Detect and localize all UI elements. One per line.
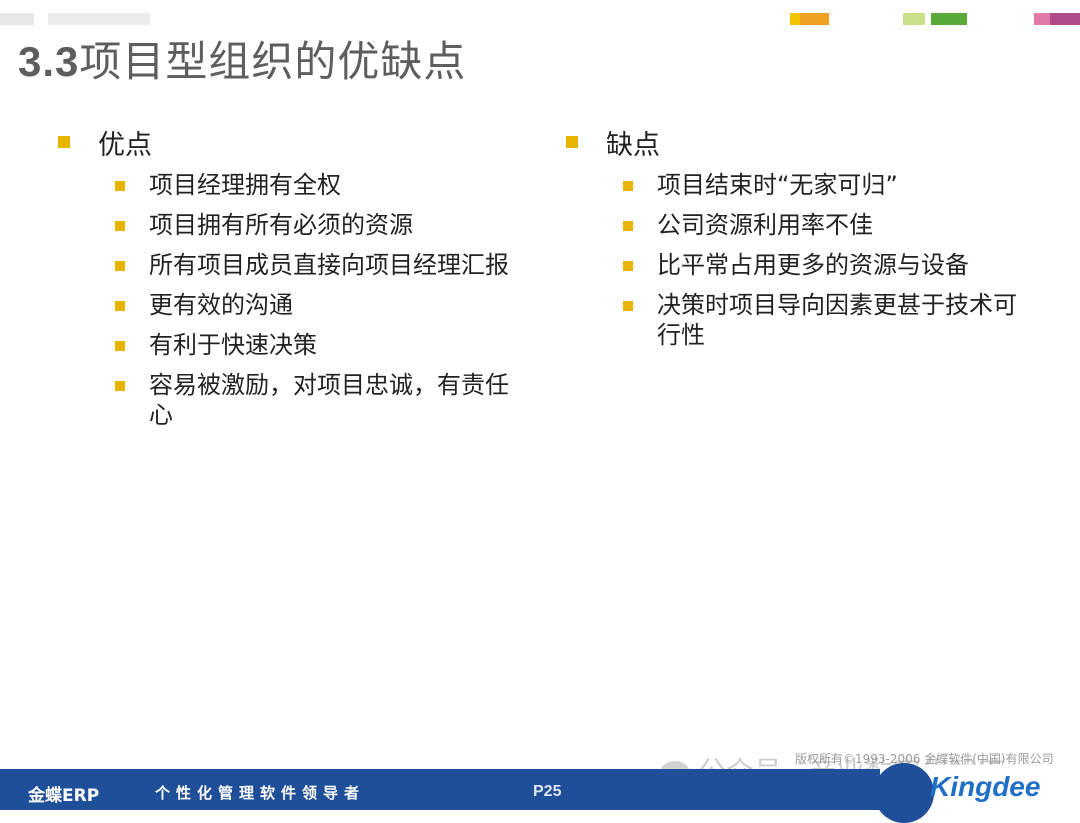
footer-brand: 金蝶ERP [28,786,100,806]
slide-title-number: 3.3 [18,38,80,85]
decor-bar-pink [1034,13,1050,25]
list-item: 项目经理拥有全权 [58,170,538,200]
pros-heading: 优点 [58,120,538,164]
page-number: P25 [533,783,562,800]
kingdee-logo: Kingdee [874,763,1080,823]
decor-bar-gray-1 [0,13,34,25]
list-item: 决策时项目导向因素更甚于技术可行性 [566,290,1046,350]
slide-title: 3.3项目型组织的优缺点 [18,28,466,89]
bullet-square-icon [58,136,70,148]
bullet-square-icon [623,301,633,311]
bullet-square-icon [623,221,633,231]
pros-column: 优点 项目经理拥有全权 项目拥有所有必须的资源 所有项目成员直接向项目经理汇报 … [58,120,538,440]
bullet-square-icon [115,181,125,191]
bullet-square-icon [623,181,633,191]
pros-list: 项目经理拥有全权 项目拥有所有必须的资源 所有项目成员直接向项目经理汇报 更有效… [58,170,538,430]
list-item-text: 公司资源利用率不佳 [657,211,873,239]
list-item-text: 容易被激励，对项目忠诚，有责任心 [149,371,509,429]
cons-column: 缺点 项目结束时“无家可归” 公司资源利用率不佳 比平常占用更多的资源与设备 决… [566,120,1046,360]
list-item: 所有项目成员直接向项目经理汇报 [58,250,538,280]
logo-text: Kingdee [930,771,1041,802]
decor-bar-lightgreen [903,13,925,25]
list-item: 容易被激励，对项目忠诚，有责任心 [58,370,538,430]
list-item: 项目结束时“无家可归” [566,170,1046,200]
list-item: 公司资源利用率不佳 [566,210,1046,240]
list-item-text: 更有效的沟通 [149,291,293,319]
list-item-text: 项目拥有所有必须的资源 [149,211,413,239]
list-item-text: 决策时项目导向因素更甚于技术可行性 [657,291,1017,349]
bullet-square-icon [115,221,125,231]
bullet-square-icon [115,261,125,271]
list-item: 比平常占用更多的资源与设备 [566,250,1046,280]
list-item: 项目拥有所有必须的资源 [58,210,538,240]
bullet-square-icon [115,341,125,351]
bullet-square-icon [115,301,125,311]
decor-bar-magenta [1050,13,1080,25]
decor-bar-orange [800,13,829,25]
list-item-text: 比平常占用更多的资源与设备 [657,251,969,279]
pros-heading-label: 优点 [98,129,152,161]
list-item: 有利于快速决策 [58,330,538,360]
decor-bar-yellow [790,13,800,25]
decor-bar-gray-2 [48,13,150,25]
list-item-text: 项目经理拥有全权 [149,171,341,199]
bullet-square-icon [623,261,633,271]
logo-swoosh-icon [874,763,934,823]
list-item-text: 所有项目成员直接向项目经理汇报 [149,251,509,279]
cons-list: 项目结束时“无家可归” 公司资源利用率不佳 比平常占用更多的资源与设备 决策时项… [566,170,1046,350]
cons-heading: 缺点 [566,120,1046,164]
list-item: 更有效的沟通 [58,290,538,320]
list-item-text: 有利于快速决策 [149,331,317,359]
bullet-square-icon [115,381,125,391]
cons-heading-label: 缺点 [606,129,660,161]
footer-slogan: 个性化管理软件领导者 [155,784,366,802]
bullet-square-icon [566,136,578,148]
list-item-text: 项目结束时“无家可归” [657,171,898,199]
decor-bar-green [931,13,967,25]
slide-title-text: 项目型组织的优缺点 [79,37,467,86]
